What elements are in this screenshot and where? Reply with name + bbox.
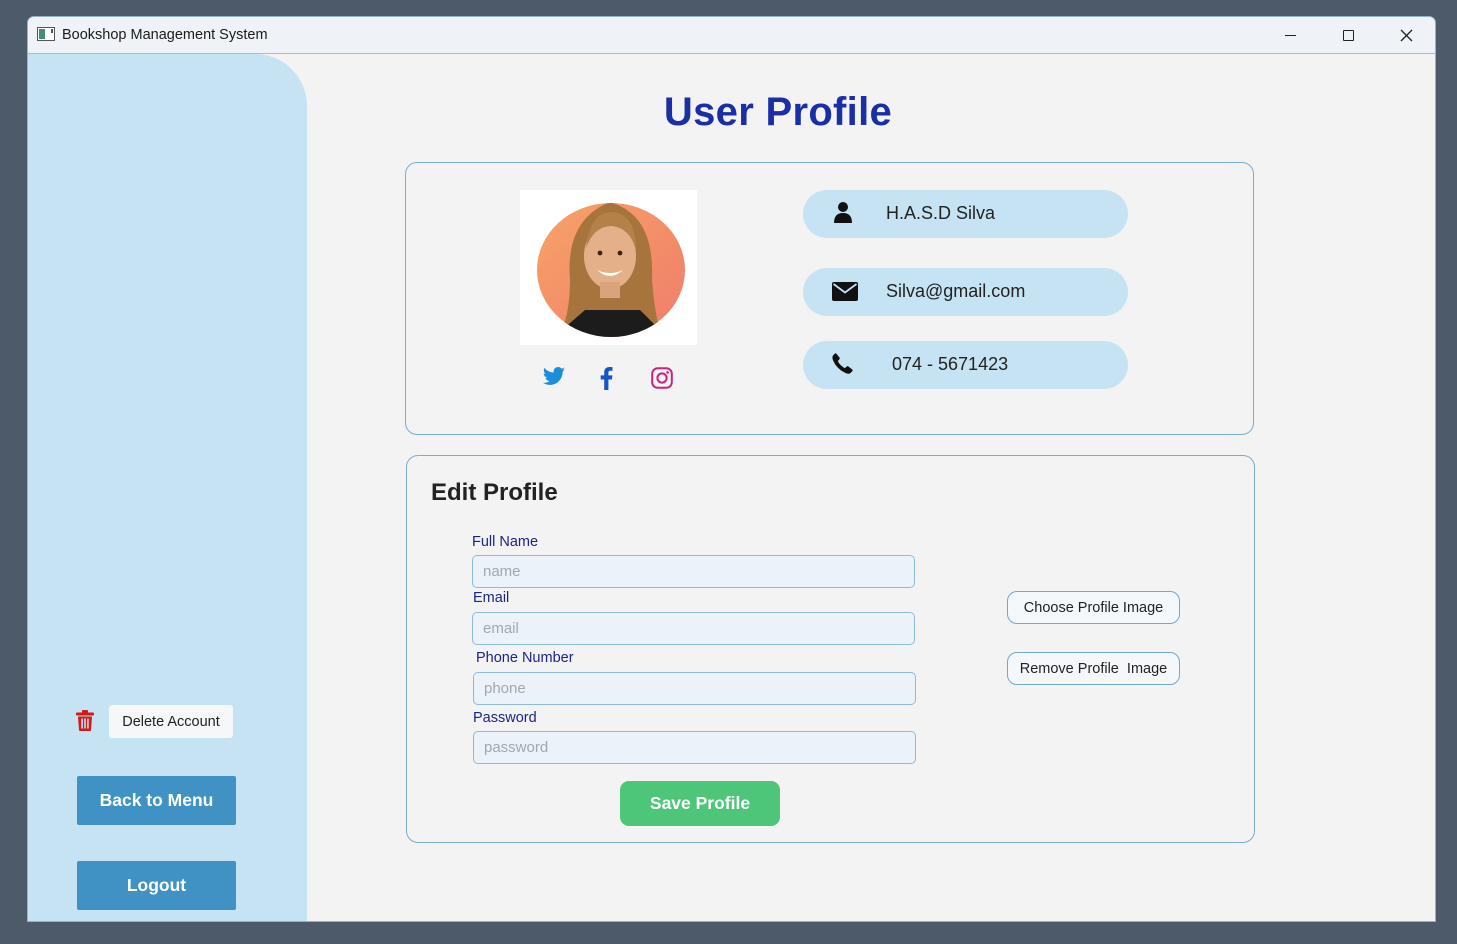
- twitter-icon[interactable]: [542, 367, 566, 387]
- close-button[interactable]: [1377, 17, 1435, 53]
- user-icon: [834, 202, 852, 223]
- sidebar: Delete Account Back to Menu Logout: [28, 54, 307, 921]
- profile-name: H.A.S.D Silva: [886, 203, 996, 223]
- envelope-icon: [832, 282, 858, 301]
- trash-icon[interactable]: [76, 710, 94, 731]
- instagram-icon[interactable]: [651, 367, 673, 389]
- phone-label: Phone Number: [476, 650, 574, 666]
- remove-profile-image-button[interactable]: Remove Profile Image: [1007, 652, 1180, 685]
- logout-button[interactable]: Logout: [77, 861, 236, 910]
- full-name-input[interactable]: [472, 555, 915, 588]
- maximize-icon: [1342, 29, 1354, 41]
- save-profile-button[interactable]: Save Profile: [620, 781, 780, 826]
- password-input[interactable]: [473, 731, 916, 764]
- delete-account-button[interactable]: Delete Account: [109, 705, 233, 738]
- title-bar: Bookshop Management System: [28, 17, 1435, 54]
- profile-card: H.A.S.D Silva Silva@gmail.com 074 - 5671…: [405, 162, 1254, 435]
- email-label: Email: [473, 590, 510, 606]
- minimize-icon: [1284, 34, 1296, 36]
- window-title: Bookshop Management System: [62, 27, 268, 43]
- close-icon: [1400, 29, 1412, 41]
- password-label: Password: [473, 710, 537, 726]
- back-to-menu-button[interactable]: Back to Menu: [77, 776, 236, 825]
- profile-email: Silva@gmail.com: [886, 281, 1026, 301]
- profile-phone-pill: 074 - 5671423: [803, 341, 1128, 389]
- page-title: User Profile: [663, 90, 893, 134]
- choose-profile-image-button[interactable]: Choose Profile Image: [1007, 591, 1180, 624]
- app-icon: [37, 27, 55, 41]
- profile-email-pill: Silva@gmail.com: [803, 268, 1128, 316]
- app-window: Bookshop Management System Delete Accoun…: [27, 16, 1436, 922]
- email-input[interactable]: [472, 612, 915, 645]
- edit-profile-card: Edit Profile Full Name Email Phone Numbe…: [406, 455, 1255, 843]
- profile-phone: 074 - 5671423: [892, 354, 1009, 374]
- avatar: [520, 190, 697, 345]
- profile-photo: [537, 203, 685, 337]
- facebook-icon[interactable]: [600, 367, 613, 390]
- maximize-button[interactable]: [1319, 17, 1377, 53]
- edit-profile-heading: Edit Profile: [431, 479, 558, 506]
- profile-name-pill: H.A.S.D Silva: [803, 190, 1128, 238]
- phone-icon: [832, 353, 853, 374]
- full-name-label: Full Name: [472, 534, 539, 550]
- phone-input[interactable]: [473, 672, 916, 705]
- minimize-button[interactable]: [1261, 17, 1319, 53]
